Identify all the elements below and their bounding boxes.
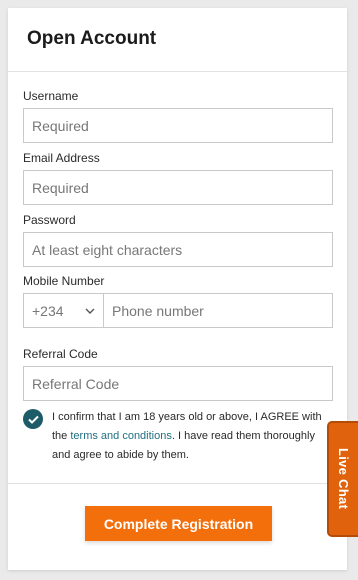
password-field-group: Password At least eight characters xyxy=(23,213,333,267)
complete-registration-button[interactable]: Complete Registration xyxy=(85,506,272,541)
phone-number-input[interactable]: Phone number xyxy=(103,293,333,328)
email-input[interactable]: Required xyxy=(23,170,333,205)
password-input[interactable]: At least eight characters xyxy=(23,232,333,267)
phone-row: +234 Phone number xyxy=(23,293,333,328)
username-input[interactable]: Required xyxy=(23,108,333,143)
referral-field-group: Referral Code Referral Code xyxy=(23,347,333,401)
live-chat-button[interactable]: Live Chat xyxy=(327,421,358,537)
page-title: Open Account xyxy=(27,27,157,49)
email-field-group: Email Address Required xyxy=(23,151,333,205)
username-field-group: Username Required xyxy=(23,89,333,143)
confirm-checkbox[interactable] xyxy=(23,409,43,429)
username-label: Username xyxy=(23,89,79,103)
age-terms-confirmation: I confirm that I am 18 years old or abov… xyxy=(23,408,328,465)
email-label: Email Address xyxy=(23,151,100,165)
country-code-value: +234 xyxy=(32,302,64,319)
chevron-down-icon xyxy=(85,308,95,314)
country-code-select[interactable]: +234 xyxy=(23,293,103,328)
live-chat-label: Live Chat xyxy=(336,448,351,510)
confirm-text: I confirm that I am 18 years old or abov… xyxy=(52,408,328,465)
password-label: Password xyxy=(23,213,76,227)
mobile-label: Mobile Number xyxy=(23,274,105,288)
referral-label: Referral Code xyxy=(23,347,98,361)
card-header: Open Account xyxy=(8,8,347,72)
mobile-field-group: Mobile Number +234 Phone number xyxy=(23,274,333,328)
referral-input[interactable]: Referral Code xyxy=(23,366,333,401)
check-icon xyxy=(27,415,39,424)
open-account-card: Open Account Username Required Email Add… xyxy=(8,8,347,570)
terms-link[interactable]: terms and conditions xyxy=(70,430,172,442)
footer-divider xyxy=(8,483,347,484)
